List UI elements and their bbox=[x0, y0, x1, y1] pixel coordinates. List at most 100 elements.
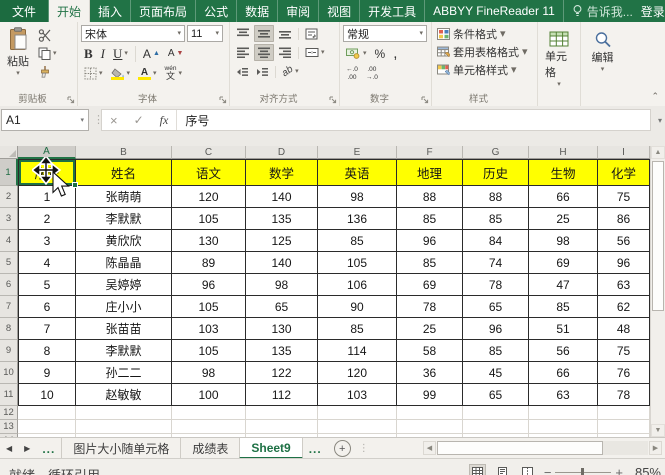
cell-D8[interactable]: 130 bbox=[246, 318, 318, 340]
cell-G11[interactable]: 65 bbox=[463, 384, 529, 406]
format-painter-button[interactable] bbox=[35, 63, 60, 80]
cell-B8[interactable]: 张苗苗 bbox=[76, 318, 172, 340]
wrap-text-button[interactable] bbox=[302, 25, 322, 42]
row-header-1[interactable]: 1 bbox=[0, 159, 18, 186]
cell-F13[interactable] bbox=[397, 420, 463, 434]
alignment-dialog-launcher-icon[interactable] bbox=[329, 96, 337, 104]
cell-H13[interactable] bbox=[529, 420, 598, 434]
cell-E10[interactable]: 120 bbox=[318, 362, 397, 384]
cell-F7[interactable]: 78 bbox=[397, 296, 463, 318]
cell-C4[interactable]: 130 bbox=[172, 230, 246, 252]
cell-H10[interactable]: 66 bbox=[529, 362, 598, 384]
hscroll-right-icon[interactable]: ▶ bbox=[649, 441, 662, 455]
cell-H11[interactable]: 63 bbox=[529, 384, 598, 406]
row-header-9[interactable]: 9 bbox=[0, 340, 18, 362]
row-header-12[interactable]: 12 bbox=[0, 406, 18, 420]
cell-A4[interactable]: 3 bbox=[18, 230, 76, 252]
cell-H2[interactable]: 66 bbox=[529, 186, 598, 208]
cell-G7[interactable]: 65 bbox=[463, 296, 529, 318]
fill-color-button[interactable]: ▾ bbox=[108, 65, 134, 82]
cell-G9[interactable]: 85 bbox=[463, 340, 529, 362]
column-header-E[interactable]: E bbox=[318, 146, 397, 159]
sheet-more-left[interactable]: ... bbox=[36, 438, 61, 459]
fill-handle[interactable] bbox=[72, 182, 78, 188]
align-right-button[interactable] bbox=[275, 44, 295, 61]
cell-H8[interactable]: 51 bbox=[529, 318, 598, 340]
cell-C12[interactable] bbox=[172, 406, 246, 420]
cell-H3[interactable]: 25 bbox=[529, 208, 598, 230]
ribbon-tab-3[interactable]: 页面布局 bbox=[131, 0, 196, 22]
cell-B12[interactable] bbox=[76, 406, 172, 420]
sheetbar-splitter[interactable]: ⋮ bbox=[355, 438, 373, 459]
zoom-slider-thumb[interactable] bbox=[581, 468, 584, 475]
cell-E1[interactable]: 英语 bbox=[318, 159, 397, 186]
cell-D11[interactable]: 112 bbox=[246, 384, 318, 406]
cell-I6[interactable]: 63 bbox=[598, 274, 650, 296]
cell-I9[interactable]: 75 bbox=[598, 340, 650, 362]
paste-button[interactable]: 粘贴 ▾ bbox=[3, 25, 33, 80]
row-header-2[interactable]: 2 bbox=[0, 186, 18, 208]
ribbon-tab-9[interactable]: ABBYY FineReader 11 bbox=[425, 0, 564, 22]
font-color-button[interactable]: A ▾ bbox=[135, 65, 160, 82]
conditional-formatting-button[interactable]: 条件格式 ▾ bbox=[435, 25, 534, 43]
cell-B5[interactable]: 陈晶晶 bbox=[76, 252, 172, 274]
cell-C2[interactable]: 120 bbox=[172, 186, 246, 208]
insert-function-icon[interactable]: fx bbox=[152, 113, 177, 128]
vertical-scrollbar[interactable]: ▲ ▼ bbox=[650, 146, 665, 437]
cell-C9[interactable]: 105 bbox=[172, 340, 246, 362]
cell-F8[interactable]: 25 bbox=[397, 318, 463, 340]
column-header-A[interactable]: A bbox=[18, 146, 76, 159]
ribbon-tab-1[interactable]: 开始 bbox=[49, 0, 90, 22]
cell-styles-button[interactable]: 单元格样式 ▾ bbox=[435, 61, 534, 79]
cell-I5[interactable]: 96 bbox=[598, 252, 650, 274]
zoom-in-icon[interactable]: + bbox=[615, 465, 623, 475]
cell-F9[interactable]: 58 bbox=[397, 340, 463, 362]
cell-D4[interactable]: 125 bbox=[246, 230, 318, 252]
ribbon-tab-8[interactable]: 开发工具 bbox=[360, 0, 425, 22]
normal-view-button[interactable] bbox=[469, 464, 486, 475]
formula-input[interactable]: 序号 bbox=[185, 112, 209, 129]
cell-B6[interactable]: 吴婷婷 bbox=[76, 274, 172, 296]
cell-E6[interactable]: 106 bbox=[318, 274, 397, 296]
cell-A6[interactable]: 5 bbox=[18, 274, 76, 296]
accounting-format-button[interactable]: ▾ bbox=[343, 45, 370, 62]
cell-H9[interactable]: 56 bbox=[529, 340, 598, 362]
cell-A11[interactable]: 10 bbox=[18, 384, 76, 406]
cell-H12[interactable] bbox=[529, 406, 598, 420]
hscroll-left-icon[interactable]: ◀ bbox=[423, 441, 436, 455]
scroll-up-icon[interactable]: ▲ bbox=[651, 146, 665, 159]
decrease-indent-button[interactable] bbox=[233, 63, 252, 80]
sheet-next-icon[interactable]: ▶ bbox=[18, 438, 36, 459]
cell-I11[interactable]: 78 bbox=[598, 384, 650, 406]
cell-F12[interactable] bbox=[397, 406, 463, 420]
new-sheet-button[interactable]: + bbox=[334, 440, 351, 457]
sign-in-button[interactable]: 登录 bbox=[641, 3, 665, 20]
sheet-tab-1[interactable]: 成绩表 bbox=[180, 438, 239, 459]
align-left-button[interactable] bbox=[233, 44, 253, 61]
cell-D1[interactable]: 数学 bbox=[246, 159, 318, 186]
align-center-button[interactable] bbox=[254, 44, 274, 61]
decrease-font-button[interactable]: A▼ bbox=[165, 45, 187, 62]
status-message[interactable]: 循环引用 bbox=[48, 465, 100, 475]
column-header-G[interactable]: G bbox=[463, 146, 529, 159]
cell-I10[interactable]: 76 bbox=[598, 362, 650, 384]
zoom-out-icon[interactable]: − bbox=[544, 465, 552, 475]
row-header-6[interactable]: 6 bbox=[0, 274, 18, 296]
column-header-D[interactable]: D bbox=[246, 146, 318, 159]
cell-F3[interactable]: 85 bbox=[397, 208, 463, 230]
cell-G4[interactable]: 84 bbox=[463, 230, 529, 252]
cell-E12[interactable] bbox=[318, 406, 397, 420]
align-top-button[interactable] bbox=[233, 25, 253, 42]
cell-C1[interactable]: 语文 bbox=[172, 159, 246, 186]
cell-E7[interactable]: 90 bbox=[318, 296, 397, 318]
sheet-prev-icon[interactable]: ◀ bbox=[0, 438, 18, 459]
zoom-level[interactable]: 85% bbox=[631, 465, 661, 475]
cell-F5[interactable]: 85 bbox=[397, 252, 463, 274]
sheet-tab-2[interactable]: Sheet9 bbox=[239, 438, 302, 459]
comma-style-button[interactable]: , bbox=[390, 45, 400, 62]
align-middle-button[interactable] bbox=[254, 25, 274, 42]
cell-I13[interactable] bbox=[598, 420, 650, 434]
align-bottom-button[interactable] bbox=[275, 25, 295, 42]
column-header-C[interactable]: C bbox=[172, 146, 246, 159]
cell-B9[interactable]: 李默默 bbox=[76, 340, 172, 362]
